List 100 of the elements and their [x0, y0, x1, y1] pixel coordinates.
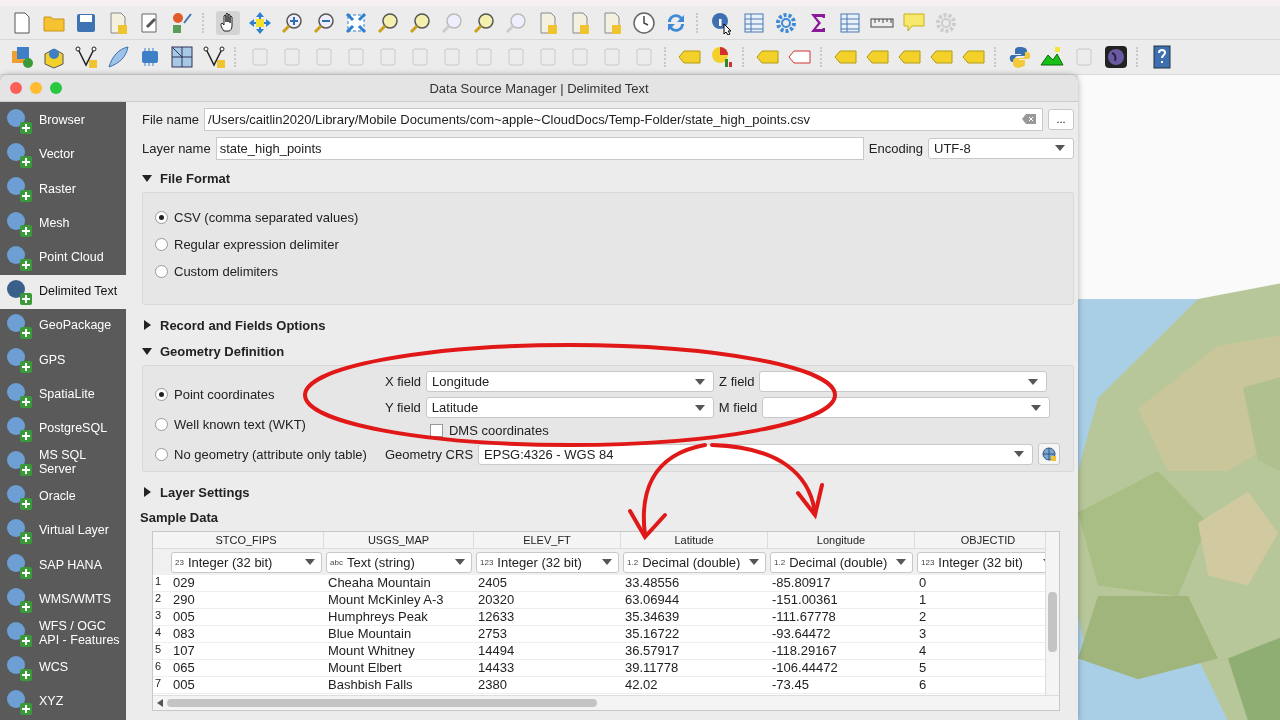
scrollbar[interactable] [1045, 532, 1059, 695]
identify-icon[interactable] [710, 10, 734, 35]
sidebar-item[interactable]: SpatiaLite [0, 377, 126, 412]
sidebar-item[interactable]: WCS [0, 651, 126, 686]
sidebar-item[interactable]: SAP HANA [0, 548, 126, 583]
sidebar-item[interactable]: GeoPackage [0, 309, 126, 344]
sidebar-item[interactable]: Delimited Text [0, 274, 126, 310]
sidebar-item[interactable]: Mesh [0, 206, 126, 241]
section-title[interactable]: Layer Settings [160, 484, 250, 500]
zoom-in-icon[interactable] [280, 10, 304, 35]
python-icon[interactable] [1008, 45, 1032, 69]
radio-icon[interactable] [155, 418, 168, 431]
sidebar-item[interactable]: Browser [0, 104, 126, 139]
zoom-selection-icon[interactable] [408, 10, 432, 35]
pan-arrows-icon[interactable] [248, 10, 272, 35]
browse-button[interactable]: ... [1048, 108, 1074, 130]
type-dropdown[interactable]: 1.2 Decimal (double) [623, 551, 766, 573]
table-cell-text: -151.00361 [771, 592, 839, 608]
checkbox[interactable]: DMS coordinates [429, 423, 1061, 438]
zoom-full-icon[interactable] [344, 10, 368, 35]
type-dropdown[interactable]: 1.2 Decimal (double) [770, 551, 913, 573]
x-field-dropdown[interactable]: Longitude [426, 371, 715, 392]
sidebar-item[interactable]: Virtual Layer [0, 514, 126, 549]
caret-icon[interactable] [694, 404, 705, 411]
crs-dropdown[interactable]: EPSG:4326 - WGS 84 [478, 443, 1034, 465]
expand-arrow-icon[interactable] [142, 320, 152, 330]
radio-icon[interactable] [155, 211, 168, 224]
radio-button[interactable]: Custom delimiters [155, 264, 1061, 279]
caret-icon[interactable] [1014, 451, 1025, 457]
y-field-dropdown[interactable]: Latitude [425, 397, 714, 418]
sidebar-item[interactable]: WFS / OGC API - Features [0, 616, 126, 651]
m-field-dropdown[interactable] [762, 397, 1051, 418]
caret-icon[interactable] [749, 559, 759, 565]
caret-icon[interactable] [1028, 378, 1039, 385]
file-path-field[interactable]: /Users/caitlin2020/Library/Mobile Documents/com~apple~CloudDocs/Temp-Folder/state_high_points.csv [204, 107, 1043, 131]
radio-button[interactable]: Point coordinates [155, 387, 367, 402]
sidebar-item[interactable]: Point Cloud [0, 240, 126, 275]
z-field-dropdown[interactable] [759, 371, 1048, 392]
chart-icon[interactable] [710, 45, 734, 69]
caret-icon[interactable] [1055, 145, 1065, 151]
terrain-icon[interactable] [1040, 45, 1064, 69]
section-title[interactable]: File Format [160, 170, 231, 186]
caret-icon[interactable] [602, 559, 612, 565]
zoom-last-icon[interactable] [472, 10, 496, 35]
close-button[interactable] [10, 82, 22, 94]
sidebar-item[interactable]: WMS/WMTS [0, 582, 126, 617]
feather-icon[interactable] [106, 45, 130, 69]
column-header[interactable]: Longitude [768, 532, 915, 548]
scroll-left-icon[interactable] [157, 699, 163, 707]
collapse-arrow-icon[interactable] [142, 173, 152, 183]
sidebar-item[interactable]: Oracle [0, 480, 126, 515]
radio-icon[interactable] [155, 388, 168, 401]
scrollbar[interactable] [153, 695, 1059, 710]
add-layer-icon[interactable] [10, 45, 34, 69]
caret-icon[interactable] [305, 559, 315, 565]
sidebar-item[interactable]: MS SQL Server [0, 445, 126, 481]
vector-icon[interactable] [74, 45, 98, 69]
expand-arrow-icon[interactable] [142, 487, 152, 497]
zoom-button[interactable] [50, 82, 62, 94]
caret-icon[interactable] [1031, 404, 1042, 411]
type-dropdown[interactable]: 23 Integer (32 bit) [171, 551, 322, 573]
table-cell-text: -106.44472 [771, 660, 839, 676]
globe-icon[interactable] [1104, 45, 1128, 69]
virtual-layer-icon[interactable] [202, 45, 226, 69]
encoding-dropdown[interactable]: UTF-8 [928, 137, 1074, 159]
section-title[interactable]: Geometry Definition [160, 343, 285, 359]
collapse-arrow-icon[interactable] [142, 346, 152, 356]
sidebar-item[interactable]: XYZ [0, 685, 126, 720]
column-header[interactable]: STCO_FIPS [169, 532, 324, 548]
clear-icon[interactable] [1022, 114, 1036, 124]
column-header[interactable]: Latitude [621, 532, 768, 548]
radio-button[interactable]: CSV (comma separated values) [155, 210, 1061, 225]
settings-icon[interactable] [774, 10, 798, 35]
mesh-icon[interactable] [170, 45, 194, 69]
radio-icon[interactable] [155, 448, 168, 461]
radio-button[interactable]: Regular expression delimiter [155, 237, 1061, 252]
clock-icon[interactable] [632, 10, 656, 35]
radio-button[interactable]: Well known text (WKT) [155, 417, 367, 432]
sidebar-item[interactable]: PostgreSQL [0, 411, 126, 446]
zoom-layer-icon[interactable] [376, 10, 400, 35]
sidebar-item[interactable]: Vector [0, 138, 126, 173]
section-title[interactable]: Record and Fields Options [160, 317, 326, 333]
type-dropdown[interactable]: abc Text (string) [326, 551, 472, 573]
caret-icon[interactable] [455, 559, 465, 565]
radio-icon[interactable] [155, 265, 168, 278]
caret-icon[interactable] [695, 378, 706, 385]
sidebar-item[interactable]: Raster [0, 172, 126, 207]
layer-name-field[interactable]: state_high_points [215, 136, 864, 160]
column-header[interactable]: ELEV_FT [474, 532, 621, 548]
column-header[interactable]: USGS_MAP [324, 532, 474, 548]
radio-icon[interactable] [155, 238, 168, 251]
zoom-out-icon[interactable] [312, 10, 336, 35]
radio-button[interactable]: No geometry (attribute only table) [155, 447, 367, 462]
attribute-table-icon[interactable] [838, 10, 862, 35]
type-dropdown[interactable]: 123 Integer (32 bit) [476, 551, 619, 573]
caret-icon[interactable] [896, 559, 906, 565]
help-icon[interactable] [1150, 45, 1174, 69]
style-icon[interactable] [170, 10, 194, 35]
pan-hand-icon[interactable] [216, 10, 240, 35]
sidebar-item[interactable]: GPS [0, 343, 126, 378]
